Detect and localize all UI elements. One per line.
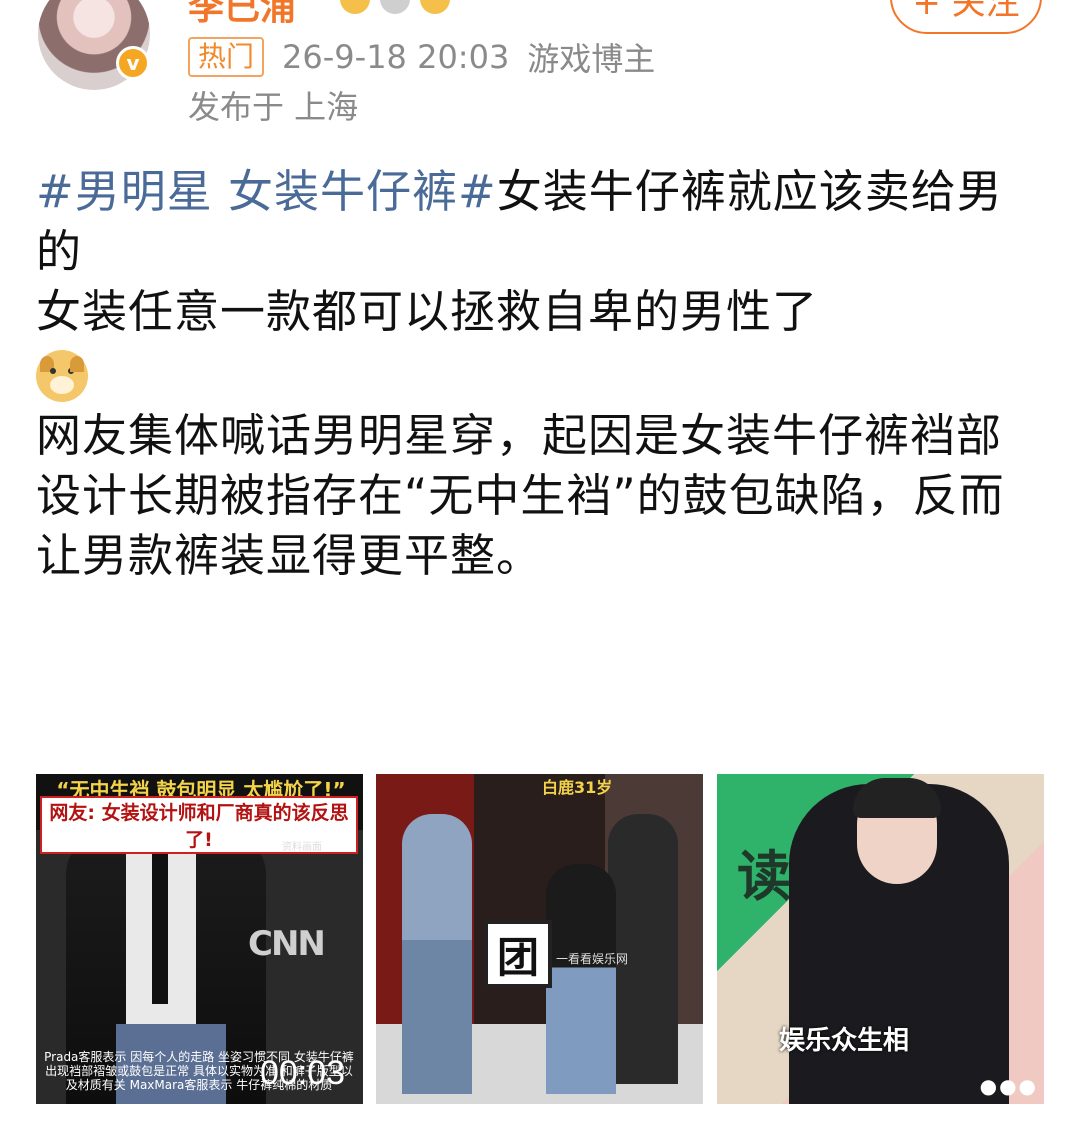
- stage-sign: 团: [484, 920, 552, 988]
- image-watermark: 娱乐众生相: [779, 1026, 910, 1056]
- post-timestamp: 26-9-18 20:03: [282, 38, 510, 76]
- post-location: 发布于 上海: [188, 88, 359, 126]
- hair-shape: [853, 778, 941, 818]
- hashtag-link[interactable]: #男明星 女装牛仔裤#: [36, 165, 497, 218]
- member-badge-icon: [380, 0, 410, 14]
- level-badge-icon: [340, 0, 370, 14]
- post-meta: 热门 26-9-18 20:03 游戏博主: [188, 34, 655, 80]
- post-line-1: #男明星 女装牛仔裤#女装牛仔裤就应该卖给男的: [36, 162, 1046, 282]
- post-image-1[interactable]: “无中生裆 鼓包明显 太尴尬了!” 网友: 女装设计师和厂商真的该反思了! 资料…: [36, 774, 363, 1104]
- user-badges: [340, 0, 450, 14]
- post-image-2[interactable]: 团 白鹿31岁 一看看娱乐网: [376, 774, 703, 1104]
- doge-emoji-icon: [36, 350, 88, 402]
- post-image-3[interactable]: 读书商 娱乐众生相 ●●●: [717, 774, 1044, 1104]
- hot-tag: 热门: [188, 37, 265, 77]
- user-role: 游戏博主: [527, 40, 656, 78]
- person-figure: [546, 864, 616, 1094]
- cnn-logo: CNN: [248, 924, 326, 964]
- post-line-2: 女装任意一款都可以拯救自卑的男性了: [36, 285, 819, 338]
- image-grid: “无中生裆 鼓包明显 太尴尬了!” 网友: 女装设计师和厂商真的该反思了! 资料…: [36, 774, 1046, 1104]
- tie-shape: [152, 854, 168, 1004]
- image-watermark: 一看看娱乐网: [556, 952, 629, 966]
- follow-button[interactable]: + 关注: [890, 0, 1042, 34]
- fan-badge-icon: [420, 0, 450, 14]
- image-sticker: 白鹿31岁: [542, 778, 613, 797]
- username[interactable]: 李已浦: [188, 0, 296, 30]
- post-content: #男明星 女装牛仔裤#女装牛仔裤就应该卖给男的 女装任意一款都可以拯救自卑的男性…: [36, 162, 1046, 586]
- image-source-label: 资料画面: [282, 842, 322, 853]
- more-images-dots-icon: ●●●: [979, 1074, 1038, 1098]
- video-duration: 00:03: [260, 1054, 346, 1092]
- verified-badge-icon: v: [116, 46, 150, 80]
- post-header: v 李已浦 + 关注 热门 26-9-18 20:03 游戏博主 发布于 上海: [0, 0, 1070, 140]
- person-figure: [608, 814, 678, 1084]
- emoji-line: [36, 342, 1046, 406]
- person-figure: [402, 814, 472, 1094]
- post-paragraph: 网友集体喊话男明星穿，起因是女装牛仔裤裆部设计长期被指存在“无中生裆”的鼓包缺陷…: [36, 409, 1005, 582]
